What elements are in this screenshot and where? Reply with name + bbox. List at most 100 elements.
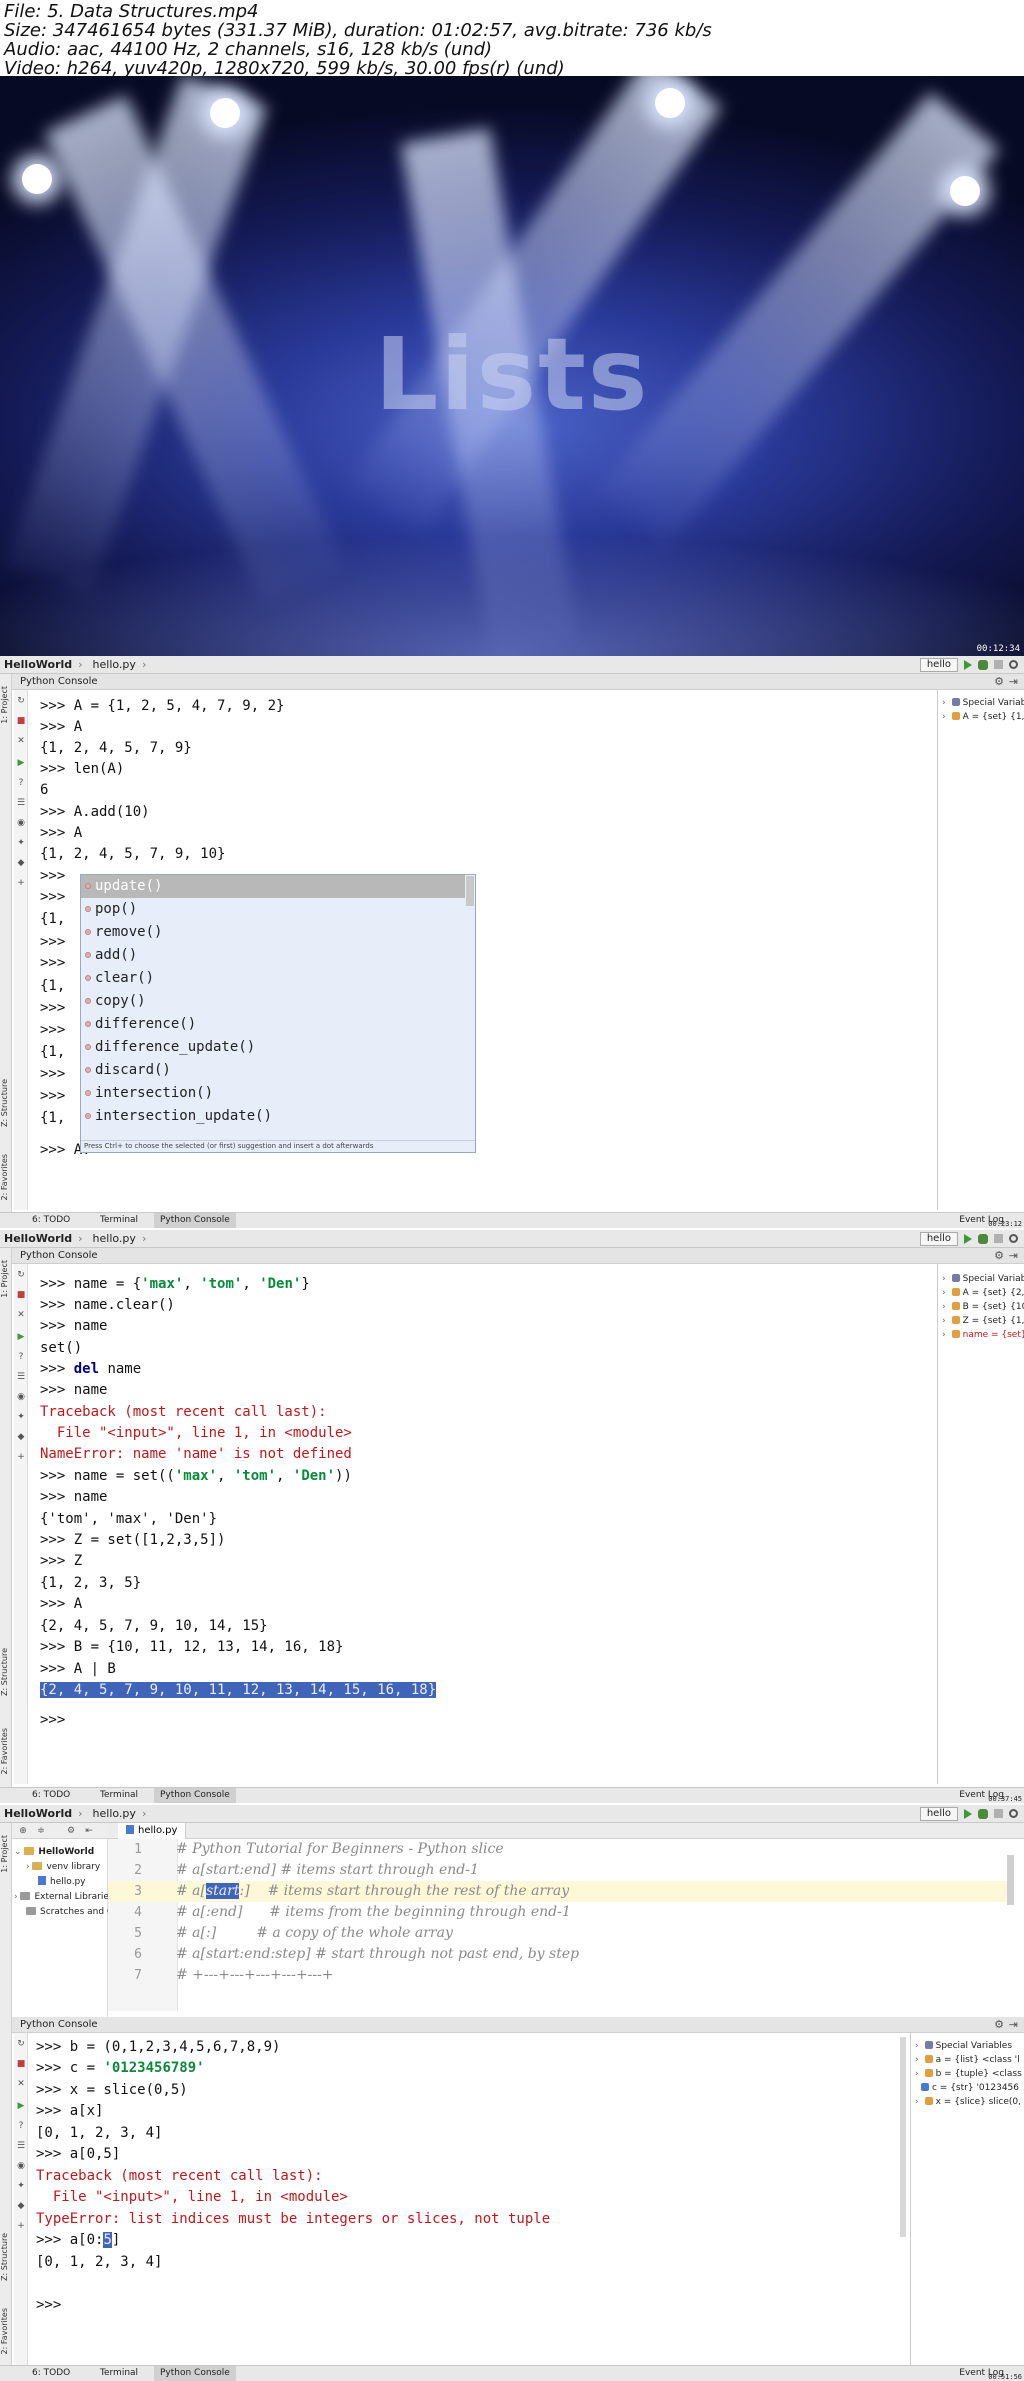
help-icon[interactable]: ? (16, 2121, 26, 2131)
python-console-tab[interactable]: Python Console (154, 2366, 236, 2381)
special-variables-row[interactable]: ›Special Variables (942, 1272, 1024, 1286)
target-icon[interactable]: ⊕ (18, 1826, 28, 1836)
structure-tool-label[interactable]: Z: Structure (0, 1079, 12, 1127)
autocomplete-item[interactable]: copy() (81, 990, 465, 1013)
run-icon[interactable] (964, 1233, 972, 1244)
debug-icon[interactable] (978, 1233, 988, 1244)
terminal-tab[interactable]: Terminal (94, 1788, 144, 1803)
variable-row[interactable]: c = {str} '0123456 (915, 2081, 1019, 2095)
stop-icon[interactable] (994, 660, 1003, 669)
help-icon[interactable]: ? (16, 778, 26, 788)
favorites-tool-label[interactable]: 2: Favorites (0, 1154, 12, 1200)
execute-icon[interactable]: ▶ (16, 758, 26, 768)
settings-icon[interactable]: ✦ (16, 838, 26, 848)
run-icon[interactable] (964, 1808, 972, 1819)
autocomplete-item[interactable]: update() (81, 875, 465, 898)
search-icon[interactable] (1009, 1234, 1018, 1243)
favorites-tool-label[interactable]: 2: Favorites (0, 2308, 12, 2354)
editor-scrollbar[interactable] (1007, 1855, 1014, 1905)
stop-console-icon[interactable]: ■ (16, 716, 26, 726)
breadcrumb-project[interactable]: HelloWorld › (4, 1807, 83, 1820)
special-variables-row[interactable]: ›Special Variables (915, 2039, 1012, 2053)
console-scrollbar[interactable] (900, 2037, 906, 2237)
breadcrumb-file[interactable]: hello.py › (93, 1232, 147, 1245)
history-icon[interactable]: ☰ (16, 1372, 26, 1382)
stop-console-icon[interactable]: ■ (16, 1290, 26, 1300)
console-prompt-line[interactable]: >>> (40, 1710, 65, 1730)
variable-row[interactable]: › name = {set} (942, 1328, 1024, 1342)
python-console-tab[interactable]: Python Console (154, 1788, 236, 1803)
favorites-tool-label[interactable]: 2: Favorites (0, 1728, 12, 1774)
variables-icon[interactable]: ◉ (16, 818, 26, 828)
gear-icon[interactable]: ⚙ (994, 674, 1004, 690)
run-config-select[interactable]: hello (919, 657, 958, 672)
autocomplete-item[interactable]: difference() (81, 1013, 465, 1036)
autocomplete-item[interactable]: difference_update() (81, 1036, 465, 1059)
gear-icon[interactable]: ⚙ (994, 1248, 1004, 1264)
search-icon[interactable] (1009, 660, 1018, 669)
gear-icon[interactable]: ⚙ (994, 2017, 1004, 2033)
variables-icon[interactable]: ◉ (16, 1392, 26, 1402)
variable-row[interactable]: › b = {tuple} <class (915, 2067, 1022, 2081)
console-output[interactable]: >>> b = (0,1,2,3,4,5,6,7,8,9) >>> c = '0… (36, 2037, 906, 2357)
breadcrumb-project[interactable]: HelloWorld › (4, 658, 83, 671)
autocomplete-item[interactable]: discard() (81, 1059, 465, 1082)
project-tool-label[interactable]: 1: Project (0, 1835, 12, 1873)
variable-row[interactable]: ›A = {set} {1, 2, (942, 710, 1024, 724)
close-console-icon[interactable]: ✕ (16, 2079, 26, 2089)
execute-icon[interactable]: ▶ (16, 1332, 26, 1342)
close-console-icon[interactable]: ✕ (16, 736, 26, 746)
autocomplete-item[interactable]: intersection() (81, 1082, 465, 1105)
execute-icon[interactable]: ▶ (16, 2101, 26, 2111)
rerun-icon[interactable]: ↻ (16, 1270, 26, 1280)
pin-icon[interactable]: ◆ (16, 1432, 26, 1442)
todo-tab[interactable]: 6: TODO (26, 1213, 76, 1228)
debug-icon[interactable] (978, 659, 988, 670)
python-console-tab[interactable]: Python Console (154, 1213, 236, 1228)
project-tool-label[interactable]: 1: Project (0, 1260, 12, 1298)
special-variables-row[interactable]: ›Special Variables (942, 696, 1024, 710)
autocomplete-item[interactable]: intersection_update() (81, 1105, 465, 1128)
tree-item-venv[interactable]: › venv library (26, 1860, 100, 1875)
autocomplete-item[interactable]: add() (81, 944, 465, 967)
autocomplete-scrollbar[interactable] (466, 876, 474, 906)
project-tool-label[interactable]: 1: Project (0, 686, 12, 724)
terminal-tab[interactable]: Terminal (94, 2366, 144, 2381)
help-icon[interactable]: ? (16, 1352, 26, 1362)
run-config-select[interactable]: hello (919, 1231, 958, 1246)
history-icon[interactable]: ☰ (16, 798, 26, 808)
hide-icon[interactable]: ⇥ (1009, 1248, 1018, 1264)
variable-row[interactable]: › x = {slice} slice(0, (915, 2095, 1021, 2109)
variable-row[interactable]: ›B = {set} {10, 1 (942, 1300, 1024, 1314)
collapse-icon[interactable]: ≑ (36, 1826, 46, 1836)
tree-item-file[interactable]: hello.py (38, 1875, 86, 1890)
add-console-icon[interactable]: + (16, 2221, 26, 2231)
tree-item-external-libraries[interactable]: › External Libraries (14, 1890, 114, 1905)
rerun-icon[interactable]: ↻ (16, 696, 26, 706)
add-console-icon[interactable]: + (16, 1452, 26, 1462)
autocomplete-item[interactable]: remove() (81, 921, 465, 944)
variable-row[interactable]: ›A = {set} {2, 4, (942, 1286, 1024, 1300)
add-console-icon[interactable]: + (16, 878, 26, 888)
search-icon[interactable] (1009, 1809, 1018, 1818)
close-console-icon[interactable]: ✕ (16, 1310, 26, 1320)
breadcrumb-project[interactable]: HelloWorld › (4, 1232, 83, 1245)
rerun-icon[interactable]: ↻ (16, 2039, 26, 2049)
hide-icon[interactable]: ⇥ (1009, 674, 1018, 690)
settings-icon[interactable]: ✦ (16, 2181, 26, 2191)
stop-icon[interactable] (994, 1234, 1003, 1243)
tree-item-project[interactable]: ⌄ HelloWorld (14, 1845, 94, 1860)
structure-tool-label[interactable]: Z: Structure (0, 2233, 12, 2281)
terminal-tab[interactable]: Terminal (94, 1213, 144, 1228)
stop-icon[interactable] (994, 1809, 1003, 1818)
breadcrumb-file[interactable]: hello.py › (93, 1807, 147, 1820)
breadcrumb-file[interactable]: hello.py › (93, 658, 147, 671)
variables-icon[interactable]: ◉ (16, 2161, 26, 2171)
autocomplete-item[interactable]: pop() (81, 898, 465, 921)
editor-tab[interactable]: hello.py (118, 1823, 187, 1839)
todo-tab[interactable]: 6: TODO (26, 2366, 76, 2381)
run-icon[interactable] (964, 659, 972, 670)
console-output[interactable]: >>> name = {'max', 'tom', 'Den'} >>> nam… (40, 1274, 930, 1774)
autocomplete-item[interactable]: clear() (81, 967, 465, 990)
todo-tab[interactable]: 6: TODO (26, 1788, 76, 1803)
